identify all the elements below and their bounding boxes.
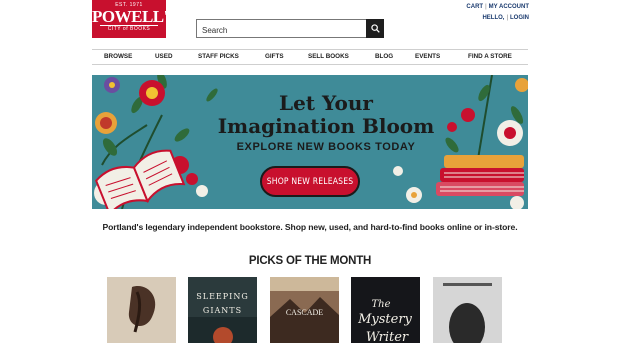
nav-browse[interactable]: BROWSE [104, 53, 132, 60]
book-cover-2[interactable]: SLEEPING GIANTS [188, 277, 257, 343]
search-bar [196, 19, 384, 39]
nav-events[interactable]: EVENTS [415, 53, 440, 60]
book-cover-3[interactable]: CASCADE [270, 277, 339, 343]
svg-text:Mystery: Mystery [357, 312, 412, 327]
nav-find-a-store[interactable]: FIND A STORE [468, 53, 512, 60]
shop-new-releases-button[interactable]: SHOP NEW RELEASES [260, 166, 360, 197]
hello-text: HELLO, [482, 15, 505, 21]
main-nav: BROWSE USED STAFF PICKS GIFTS SELL BOOKS… [92, 49, 528, 65]
nav-staff-picks[interactable]: STAFF PICKS [198, 53, 239, 60]
nav-sell-books[interactable]: SELL BOOKS [308, 53, 349, 60]
util-separator: | [506, 15, 508, 21]
book-cover-art [107, 277, 176, 343]
nav-gifts[interactable]: GIFTS [265, 53, 284, 60]
tagline: Portland's legendary independent booksto… [102, 222, 518, 232]
logo-name: POWELL'S [92, 7, 177, 26]
banner-subtitle: EXPLORE NEW BOOKS TODAY [236, 141, 416, 153]
book-cover-art: SLEEPING GIANTS [188, 277, 257, 343]
picks-heading: PICKS OF THE MONTH [248, 255, 372, 267]
hero-banner[interactable]: Let Your Imagination Bloom EXPLORE NEW B… [92, 75, 528, 209]
svg-text:CASCADE: CASCADE [286, 308, 323, 317]
util-separator: | [485, 4, 487, 10]
nav-used[interactable]: USED [155, 53, 173, 60]
search-input[interactable] [197, 22, 365, 39]
cart-link[interactable]: CART [466, 4, 483, 10]
book-cover-5[interactable] [433, 277, 502, 343]
login-link[interactable]: LOGIN [510, 15, 529, 21]
search-icon [370, 24, 380, 33]
my-account-link[interactable]: MY ACCOUNT [489, 4, 529, 10]
book-cover-art: The Mystery Writer [351, 277, 420, 343]
book-cover-art [433, 277, 502, 343]
svg-text:SLEEPING: SLEEPING [196, 292, 248, 301]
powells-logo[interactable]: EST. 1971 POWELL'S CITY of BOOKS [92, 0, 177, 38]
utility-links: CART | MY ACCOUNT HELLO, | LOGIN [466, 3, 529, 22]
logo-sub: CITY of BOOKS [100, 25, 158, 33]
banner-title-line1: Let Your [279, 91, 373, 115]
nav-blog[interactable]: BLOG [375, 53, 393, 60]
svg-text:GIANTS: GIANTS [203, 306, 242, 315]
banner-title-line2: Imagination Bloom [217, 114, 435, 138]
search-button[interactable] [366, 19, 384, 38]
book-cover-art: CASCADE [270, 277, 339, 343]
svg-text:Writer: Writer [366, 330, 409, 343]
book-cover-4[interactable]: The Mystery Writer [351, 277, 420, 343]
book-cover-1[interactable] [107, 277, 176, 343]
svg-text:The: The [371, 299, 390, 310]
